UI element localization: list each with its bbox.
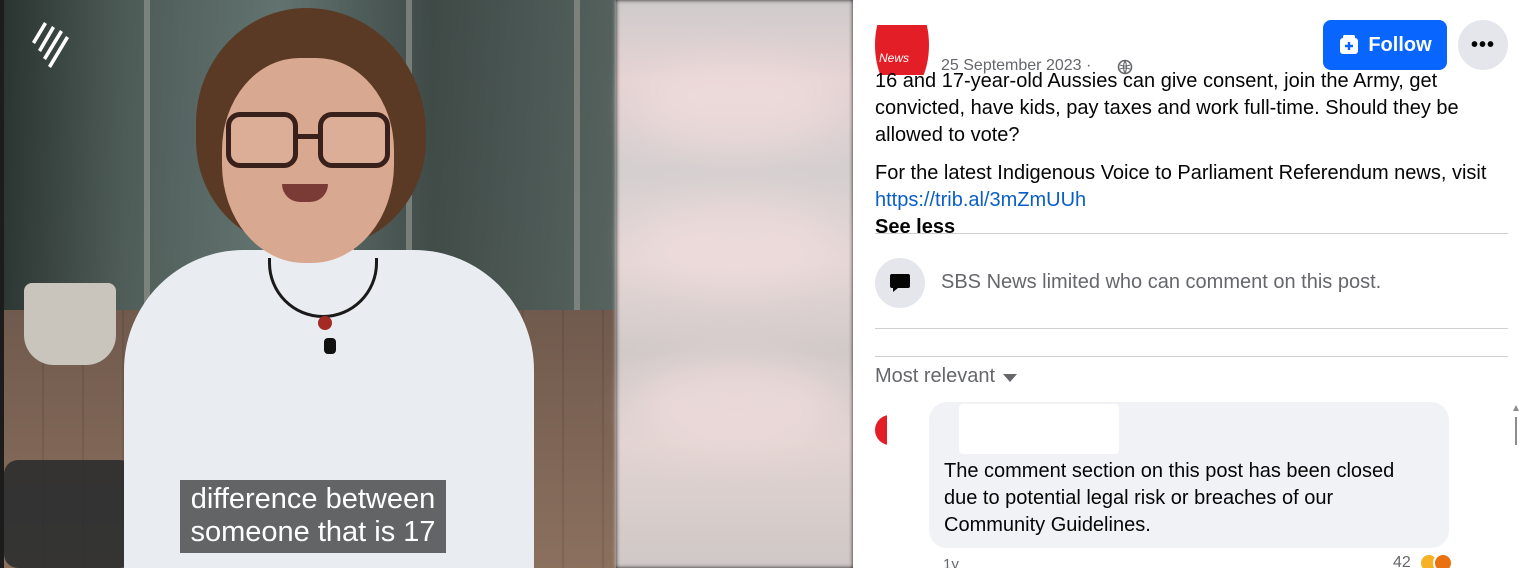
comment-text: The comment section on this post has bee… (944, 460, 1395, 536)
divider (875, 233, 1508, 234)
video-frame[interactable]: difference between someone that is 17 (4, 0, 616, 568)
angry-reaction-icon (1433, 553, 1453, 568)
follow-icon (1340, 35, 1359, 54)
avatar-label: News (879, 51, 910, 65)
comment-limit-notice: SBS News limited who can comment on this… (941, 271, 1382, 293)
post-body: 16 and 17-year-old Aussies can give cons… (875, 70, 1459, 146)
divider (875, 356, 1508, 357)
comment-sort-dropdown[interactable]: Most relevant (875, 365, 1018, 388)
reaction-count[interactable]: 42 (1393, 554, 1411, 568)
commenter-avatar[interactable] (875, 405, 887, 459)
post-link[interactable]: https://trib.al/3mZmUUh (875, 187, 1086, 214)
follow-label: Follow (1368, 33, 1432, 56)
window-frame (574, 0, 580, 330)
follow-button[interactable]: Follow (1323, 20, 1447, 70)
more-options-button[interactable]: ••• (1458, 20, 1508, 70)
caption-line: difference between (190, 483, 436, 515)
video-pane[interactable]: difference between someone that is 17 (0, 0, 853, 568)
scrollbar[interactable] (1513, 405, 1519, 445)
commenter-name-redacted (959, 404, 1119, 454)
speaker-glasses (226, 112, 392, 172)
chair (4, 460, 134, 568)
blurred-video-backdrop (616, 0, 853, 568)
plant-pot (24, 283, 116, 365)
pendant (318, 316, 332, 330)
sbs-logo-icon (30, 20, 70, 70)
video-caption: difference between someone that is 17 (180, 480, 446, 553)
chevron-down-icon (1003, 374, 1018, 382)
post-panel: News 25 September 2023 · Follow ••• 16 a… (853, 0, 1521, 568)
see-less-button[interactable]: See less (875, 214, 955, 241)
divider (875, 328, 1508, 329)
post-body-secondary: For the latest Indigenous Voice to Parli… (875, 162, 1487, 184)
comment-bubble: The comment section on this post has bee… (929, 402, 1449, 548)
comment-limit-icon (875, 258, 925, 308)
sort-label: Most relevant (875, 365, 996, 387)
lapel-mic (324, 338, 336, 354)
caption-line: someone that is 17 (190, 516, 436, 548)
comment-timestamp[interactable]: 1y (943, 556, 959, 568)
speech-bubble-icon (890, 274, 910, 292)
more-options-icon: ••• (1470, 33, 1495, 56)
